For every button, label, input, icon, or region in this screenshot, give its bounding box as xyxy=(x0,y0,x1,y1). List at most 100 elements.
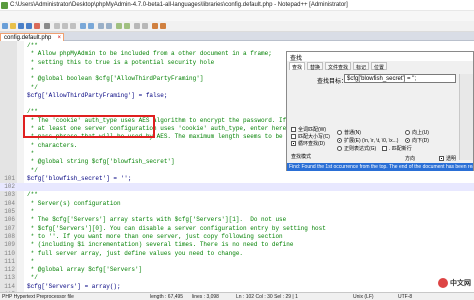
code-text: */ xyxy=(27,166,38,174)
new-file-icon[interactable] xyxy=(2,23,8,29)
code-line[interactable]: 112 * @global array $cfg['Servers'] xyxy=(0,266,474,274)
status-eol: Unix (LF) xyxy=(353,294,374,300)
line-number: 105 xyxy=(4,208,15,215)
direction-up-radio[interactable]: 向上(U) xyxy=(405,129,429,136)
code-line[interactable]: 109 * (including $i incrementation) seve… xyxy=(0,241,474,249)
mode-extended-radio[interactable]: 扩展(E) (\n, \r, \t, \0, \x...) xyxy=(337,137,398,144)
code-text: * xyxy=(27,149,35,157)
status-position: Ln : 102 Col : 30 Sel : 29 | 1 xyxy=(236,294,298,300)
find-label: 查找目标： xyxy=(317,79,348,85)
toolbar xyxy=(0,21,474,32)
code-text: * @global array $cfg['Servers'] xyxy=(27,266,143,274)
code-text: * $cfg['Servers'][0]. You can disable a … xyxy=(27,224,326,232)
code-line[interactable]: 110 * full server array, just define val… xyxy=(0,250,474,258)
code-text: */ xyxy=(27,83,38,91)
notepadpp-icon xyxy=(1,2,8,9)
mode-regex-radio[interactable]: 正则表达式(G) xyxy=(337,145,376,152)
wrap-around-checkbox[interactable]: 循环查找(D) xyxy=(291,140,325,147)
tab-replace[interactable]: 替换 xyxy=(307,62,324,71)
code-line[interactable]: 105 * xyxy=(0,208,474,216)
mode-normal-radio[interactable]: 普通(N) xyxy=(337,129,361,136)
code-text: $cfg['blowfish_secret'] = ''; xyxy=(27,174,132,182)
code-text: * xyxy=(27,208,35,215)
tab-bar: config.default.php × xyxy=(0,32,474,42)
close-file-icon[interactable] xyxy=(34,23,40,29)
code-text: * @global string $cfg['blowfish_secret'] xyxy=(27,158,175,166)
tab-position[interactable]: 位置 xyxy=(371,62,388,71)
record-macro-icon[interactable] xyxy=(152,23,158,29)
find-input[interactable]: $cfg['blowfish_secret'] = ''; xyxy=(344,74,456,83)
wrap-icon[interactable] xyxy=(134,23,140,29)
radio-selected-icon xyxy=(337,138,342,144)
code-text: * full server array, just define values … xyxy=(27,249,244,257)
dot-newline-checkbox[interactable]: . 匹配新行 xyxy=(382,145,412,152)
code-line[interactable]: 108 * to ''. If you want more than one s… xyxy=(0,233,474,241)
code-line[interactable]: 102 xyxy=(0,183,474,192)
line-number: 108 xyxy=(4,232,15,240)
radio-icon xyxy=(405,130,410,136)
code-text: * The $cfg['Servers'] array starts with … xyxy=(27,216,287,224)
replace-icon[interactable] xyxy=(106,23,112,29)
code-line[interactable]: 104 * Server(s) configuration xyxy=(0,200,474,208)
watermark-text: 中文网 xyxy=(450,280,471,287)
menu-bar[interactable] xyxy=(0,11,474,21)
line-number: 110 xyxy=(4,249,15,257)
code-line[interactable]: 107 * $cfg['Servers'][0]. You can disabl… xyxy=(0,225,474,233)
line-number: 114 xyxy=(4,282,15,290)
match-case-checkbox[interactable]: 匹配大小写(C) xyxy=(291,133,330,140)
code-text: $cfg['Servers'] = array(); xyxy=(27,282,121,290)
php-cn-watermark: 中文网 xyxy=(438,276,472,290)
redo-icon[interactable] xyxy=(88,23,94,29)
direction-label: 方向 xyxy=(405,156,416,162)
status-lines: lines : 3,098 xyxy=(192,294,219,300)
transparency-checkbox[interactable]: 透明 xyxy=(439,155,456,162)
line-number: 107 xyxy=(4,224,15,232)
find-icon[interactable] xyxy=(98,23,104,29)
paste-icon[interactable] xyxy=(70,23,76,29)
tab-find[interactable]: 查找 xyxy=(289,62,306,71)
find-buttons-column xyxy=(459,74,473,160)
code-text: * @global boolean $cfg['AllowThirdPartyF… xyxy=(27,75,204,83)
save-all-icon[interactable] xyxy=(26,23,32,29)
code-text: * setting this to true is a potential se… xyxy=(27,58,215,66)
code-line[interactable]: 103 /** xyxy=(0,191,474,199)
line-number: 103 xyxy=(4,191,15,199)
show-all-icon[interactable] xyxy=(142,23,148,29)
whole-word-checkbox[interactable]: 全词匹配(W) xyxy=(291,126,326,133)
print-icon[interactable] xyxy=(44,23,50,29)
code-text: $cfg['AllowThirdPartyFraming'] = false; xyxy=(27,91,168,99)
save-icon[interactable] xyxy=(18,23,24,29)
zoom-out-icon[interactable] xyxy=(124,23,130,29)
code-line[interactable]: 113 */ xyxy=(0,274,474,282)
code-text: */ xyxy=(27,274,38,282)
status-bar: PHP Hypertext Preprocessor file length :… xyxy=(0,292,474,300)
code-line[interactable]: 101 $cfg['blowfish_secret'] = ''; xyxy=(0,175,474,183)
line-number: 102 xyxy=(4,183,15,191)
direction-down-radio[interactable]: 向下(D) xyxy=(405,137,429,144)
annotation-highlight-box xyxy=(23,115,155,138)
copy-icon[interactable] xyxy=(62,23,68,29)
line-number: 111 xyxy=(4,257,15,265)
code-line[interactable]: 111 * xyxy=(0,258,474,266)
status-length: length : 67,495 xyxy=(150,294,184,300)
code-text: * (including $i incrementation) several … xyxy=(27,241,294,249)
radio-selected-icon xyxy=(405,138,410,144)
title-bar: C:\Users\Administrator\Desktop\phpMyAdmi… xyxy=(0,0,474,11)
code-line[interactable]: /** xyxy=(0,42,474,50)
code-line[interactable]: 106 * The $cfg['Servers'] array starts w… xyxy=(0,216,474,224)
tab-find-in-files[interactable]: 文件查找 xyxy=(325,62,352,71)
checkbox-icon xyxy=(291,134,296,140)
status-encoding: UTF-8 xyxy=(398,294,413,300)
find-dialog-title: 查找 xyxy=(287,52,473,62)
zoom-in-icon[interactable] xyxy=(116,23,122,29)
checkbox-checked-icon xyxy=(291,141,296,147)
line-number: 113 xyxy=(4,274,15,282)
tab-mark[interactable]: 标记 xyxy=(353,62,370,71)
open-file-icon[interactable] xyxy=(10,23,16,29)
undo-icon[interactable] xyxy=(80,23,86,29)
radio-icon xyxy=(337,130,342,136)
play-macro-icon[interactable] xyxy=(160,23,166,29)
code-line[interactable]: 114 $cfg['Servers'] = array(); xyxy=(0,283,474,291)
checkbox-icon xyxy=(382,146,387,152)
cut-icon[interactable] xyxy=(54,23,60,29)
